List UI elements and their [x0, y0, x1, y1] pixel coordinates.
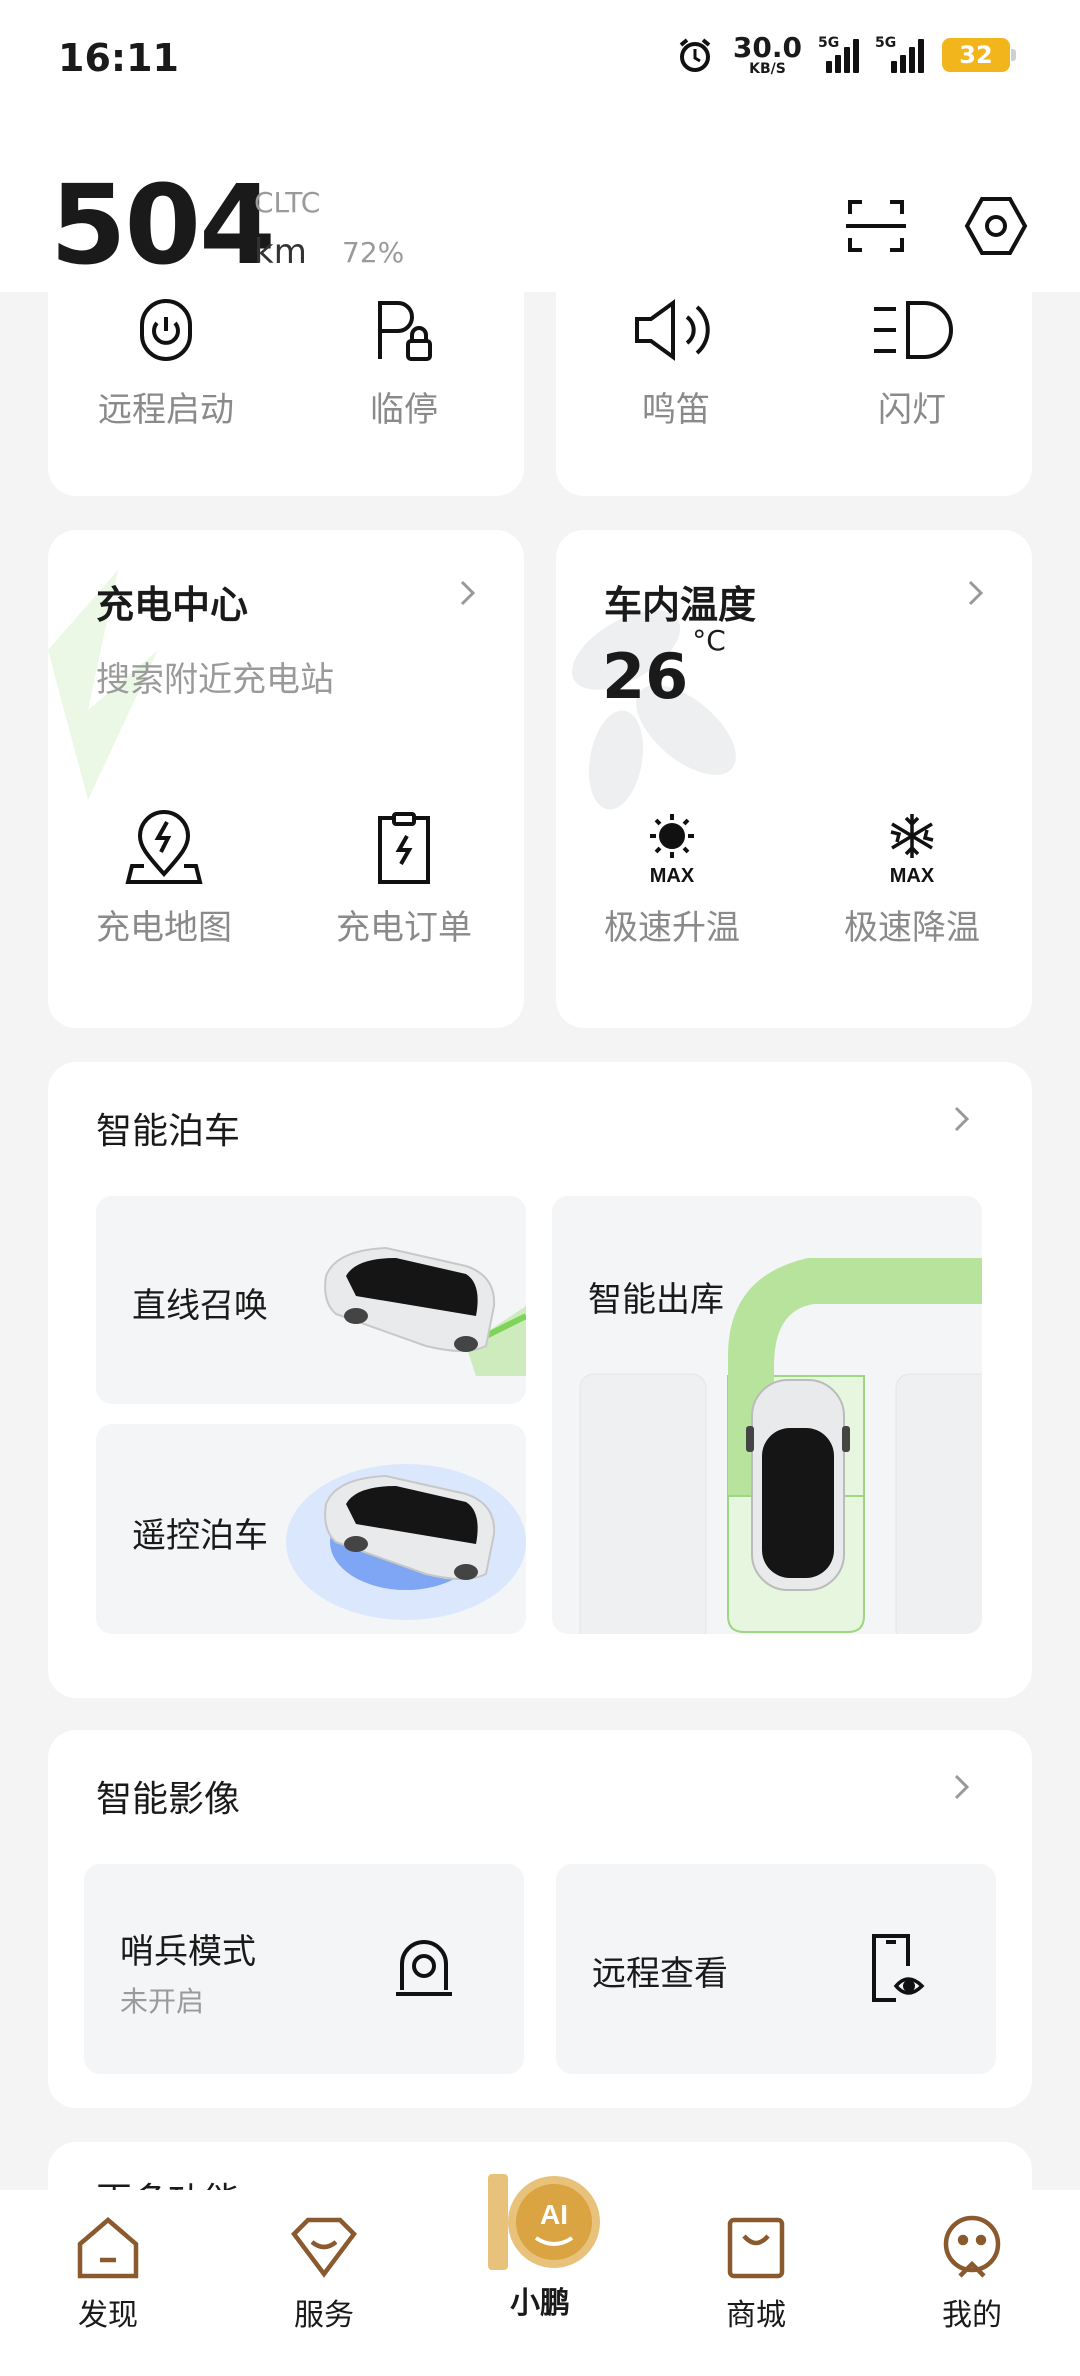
- temp-parking-label: 临停: [370, 390, 438, 430]
- bottom-nav: 发现 服务 AI 小鹏 商城 我的: [0, 2174, 1080, 2376]
- nav-service-label: 服务: [294, 2298, 354, 2333]
- max-cool-label: 极速降温: [844, 908, 980, 948]
- remote-parking-label: 遥控泊车: [132, 1516, 268, 1556]
- chevron-right-icon[interactable]: [946, 1772, 976, 1802]
- settings-icon: [964, 197, 1028, 255]
- horn-label: 鸣笛: [642, 390, 710, 430]
- max-heat-button[interactable]: MAX 极速升温: [572, 808, 772, 949]
- sentry-camera-icon: [396, 1940, 452, 1996]
- xpeng-ai-badge: AI: [540, 2199, 568, 2230]
- net-speed-unit: KB/S: [749, 61, 786, 77]
- remote-start-button[interactable]: 远程启动: [66, 290, 266, 431]
- car-remote-illustration: [286, 1464, 526, 1620]
- charge-order-button[interactable]: 充电订单: [304, 808, 504, 949]
- xpeng-ai-icon: AI: [488, 2174, 600, 2270]
- cabin-temperature: 26 °C: [602, 624, 726, 713]
- mall-icon: [727, 2217, 785, 2279]
- settings-button[interactable]: [960, 190, 1032, 262]
- net-speed-value: 30.0: [732, 31, 802, 64]
- max-cool-icon: MAX: [890, 814, 935, 886]
- max-cool-button[interactable]: MAX 极速降温: [812, 808, 1012, 949]
- charging-center-card[interactable]: 充电中心 搜索附近充电站 充电地图 充电订单: [48, 530, 524, 1028]
- smart-parking-title: 智能泊车: [96, 1111, 241, 1152]
- nav-mall[interactable]: 商城: [686, 2214, 826, 2334]
- max-heat-icon: MAX: [650, 814, 695, 886]
- remote-view-tile[interactable]: 远程查看: [556, 1864, 996, 2074]
- straight-summon-tile[interactable]: 直线召唤: [96, 1196, 526, 1404]
- status-bar: 16:11 30.0 KB/S 5G 5G 32: [0, 0, 1080, 120]
- flash-lights-button[interactable]: 闪灯: [812, 290, 1012, 431]
- nav-discover[interactable]: 发现: [38, 2214, 178, 2334]
- car-summon-illustration: [324, 1246, 526, 1376]
- net-speed: 30.0 KB/S: [732, 31, 802, 77]
- remote-start-label: 远程启动: [98, 390, 234, 430]
- nav-xpeng-label: 小鹏: [510, 2286, 570, 2321]
- charging-subtitle: 搜索附近充电站: [96, 660, 334, 700]
- nav-service[interactable]: 服务: [254, 2214, 394, 2334]
- nav-mall-label: 商城: [726, 2298, 786, 2333]
- charge-map-icon: [125, 810, 203, 884]
- discover-icon: [77, 2217, 139, 2279]
- signal-icon-1: 5G: [818, 35, 859, 73]
- remote-view-label: 远程查看: [592, 1954, 728, 1994]
- cabin-temperature-unit: °C: [692, 624, 726, 658]
- range-standard: CLTC: [254, 186, 321, 219]
- charge-map-label: 充电地图: [96, 908, 232, 948]
- profile-icon: [943, 2215, 1001, 2278]
- horn-icon: [635, 299, 710, 361]
- nav-discover-label: 发现: [78, 2298, 138, 2333]
- straight-summon-label: 直线召唤: [132, 1286, 268, 1326]
- headlight-icon: [874, 301, 953, 359]
- smart-parking-card: 智能泊车 直线召唤 遥控泊车 智能出库: [48, 1062, 1032, 1698]
- service-icon: [291, 2217, 357, 2278]
- vehicle-header: 504 CLTC km 72%: [0, 120, 1080, 292]
- remote-parking-tile[interactable]: 遥控泊车: [96, 1424, 526, 1634]
- smart-imaging-card: 智能影像 哨兵模式 未开启 远程查看: [48, 1730, 1032, 2108]
- cabin-temp-title: 车内温度: [604, 583, 757, 627]
- temp-parking-button[interactable]: 临停: [304, 290, 504, 431]
- charging-title: 充电中心: [96, 583, 249, 627]
- nav-xpeng[interactable]: AI 小鹏: [470, 2170, 610, 2322]
- sentry-mode-status: 未开启: [120, 1985, 205, 2018]
- horn-button[interactable]: 鸣笛: [576, 290, 776, 431]
- charge-order-icon: [378, 812, 430, 884]
- range-unit: km: [254, 232, 307, 272]
- scan-icon: [846, 200, 906, 252]
- max-heat-label: 极速升温: [604, 908, 740, 948]
- alarm-icon: [679, 38, 711, 72]
- battery-percent: 72%: [342, 236, 405, 269]
- chevron-right-icon: [968, 580, 984, 606]
- sentry-mode-tile[interactable]: 哨兵模式 未开启: [84, 1864, 524, 2074]
- cabin-temperature-value: 26: [602, 640, 689, 713]
- max-heat-badge: MAX: [650, 865, 695, 886]
- charge-map-button[interactable]: 充电地图: [64, 808, 264, 949]
- remote-start-icon: [140, 299, 192, 361]
- chevron-right-icon[interactable]: [946, 1104, 976, 1134]
- status-icons: 30.0 KB/S 5G 5G 32: [675, 31, 1016, 77]
- smart-imaging-title: 智能影像: [96, 1779, 241, 1820]
- scan-button[interactable]: [840, 190, 912, 262]
- parking-lock-icon: [378, 301, 432, 361]
- parking-exit-illustration: [579, 1258, 982, 1634]
- range-value: 504: [50, 161, 276, 289]
- status-time: 16:11: [58, 36, 179, 80]
- remote-view-icon: [872, 1934, 925, 2002]
- signal1-label: 5G: [818, 35, 840, 51]
- charge-order-label: 充电订单: [336, 908, 472, 948]
- cabin-temperature-card[interactable]: 车内温度 26 °C MAX 极速升温 MAX 极速降温: [556, 530, 1032, 1028]
- max-cool-badge: MAX: [890, 865, 935, 886]
- nav-profile[interactable]: 我的: [902, 2214, 1042, 2334]
- chevron-right-icon: [460, 580, 476, 606]
- nav-profile-label: 我的: [942, 2298, 1002, 2333]
- battery-indicator: 32: [942, 38, 1016, 72]
- signal2-label: 5G: [875, 35, 897, 51]
- flash-lights-label: 闪灯: [878, 390, 946, 430]
- signal-icon-2: 5G: [875, 35, 924, 73]
- smart-exit-tile[interactable]: 智能出库: [552, 1196, 982, 1634]
- sentry-mode-label: 哨兵模式: [120, 1932, 256, 1972]
